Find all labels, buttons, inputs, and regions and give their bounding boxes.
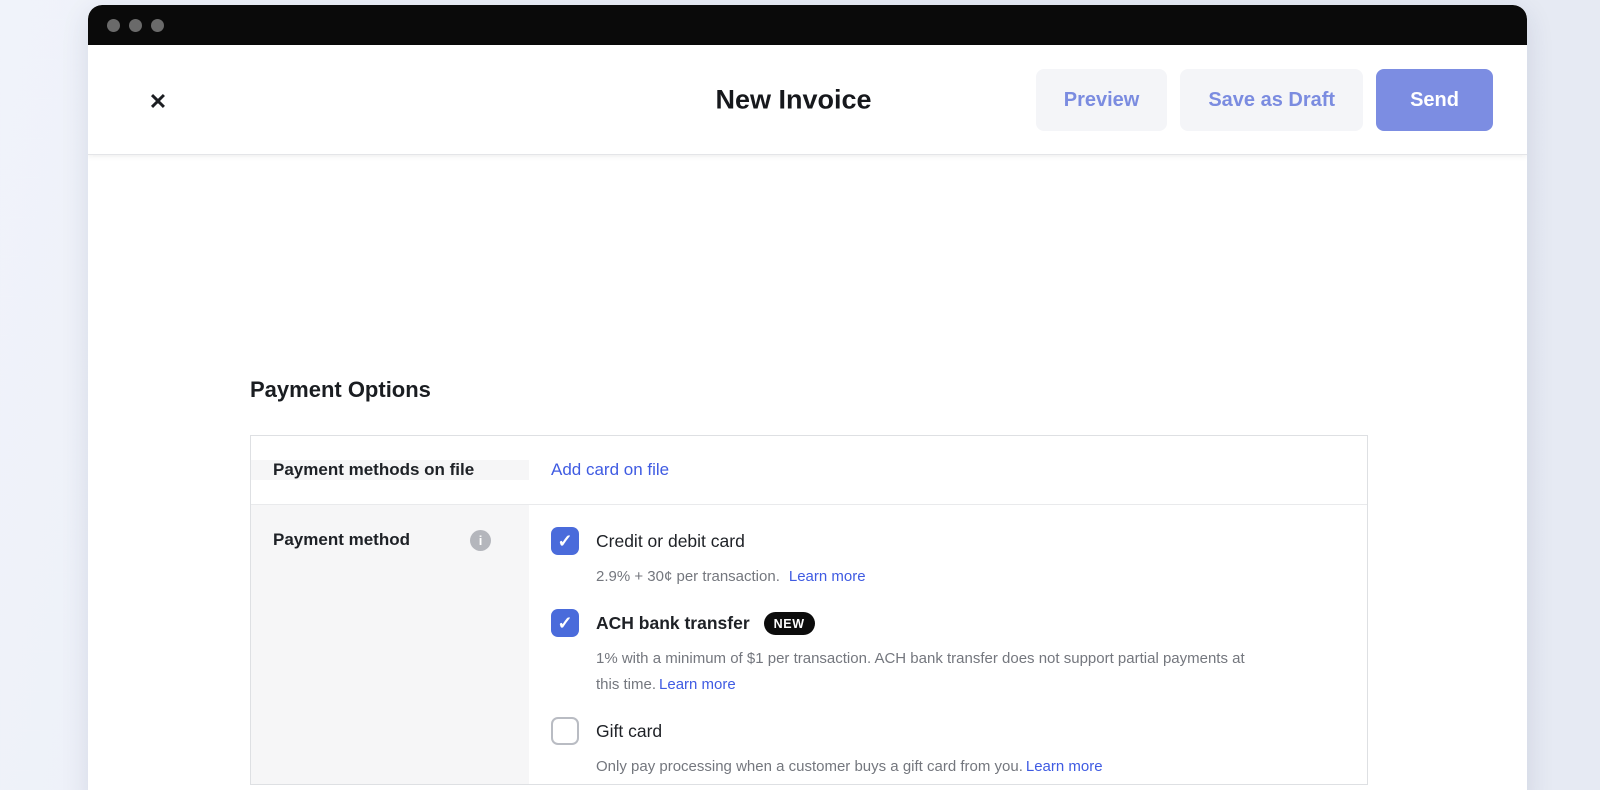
ach-bank-transfer-desc: 1% with a minimum of $1 per transaction.… [596,646,1256,698]
traffic-light-dot[interactable] [107,19,120,32]
fee-text: 2.9% + 30¢ per transaction. [596,568,780,585]
ach-bank-transfer-option: ✓ ACH bank transfer NEW 1% with a minimu… [551,609,1367,698]
close-icon[interactable]: ✕ [140,84,176,120]
modal-window: ✕ New Invoice Preview Save as Draft Send… [88,5,1527,790]
modal-content: Payment Options Payment methods on file … [88,155,1527,790]
save-as-draft-button[interactable]: Save as Draft [1180,69,1363,131]
row-value-cell: Add card on file [529,460,1367,480]
gift-card-label: Gift card [596,721,662,742]
send-button[interactable]: Send [1376,69,1493,131]
payment-options-heading: Payment Options [250,377,431,403]
traffic-light-dot[interactable] [151,19,164,32]
header-actions: Preview Save as Draft Send [1036,69,1493,131]
info-icon[interactable]: i [470,530,491,551]
learn-more-link[interactable]: Learn more [659,676,736,693]
browser-titlebar [88,5,1527,45]
page-title: New Invoice [715,84,871,115]
credit-debit-card-option: ✓ Credit or debit card 2.9% + 30¢ per tr… [551,527,1367,590]
row-label-cell: Payment methods on file [251,460,529,480]
payment-method-row: Payment method i ✓ Credit or debit card … [251,504,1367,784]
credit-debit-card-checkbox[interactable]: ✓ [551,527,579,555]
ach-bank-transfer-checkbox[interactable]: ✓ [551,609,579,637]
modal-header: ✕ New Invoice Preview Save as Draft Send [88,45,1527,155]
payment-methods-on-file-row: Payment methods on file Add card on file [251,436,1367,504]
gift-card-option: Gift card Only pay processing when a cus… [551,717,1367,780]
payment-methods-on-file-label: Payment methods on file [273,460,474,480]
learn-more-link[interactable]: Learn more [1026,758,1103,775]
ach-bank-transfer-label: ACH bank transfer [596,613,750,634]
row-label-cell: Payment method i [251,505,529,784]
payment-method-label: Payment method [273,530,410,550]
preview-button[interactable]: Preview [1036,69,1168,131]
fee-text: Only pay processing when a customer buys… [596,758,1023,775]
credit-debit-card-desc: 2.9% + 30¢ per transaction. Learn more [596,564,1256,590]
credit-debit-card-label: Credit or debit card [596,531,745,552]
add-card-on-file-link[interactable]: Add card on file [551,460,669,480]
traffic-light-dot[interactable] [129,19,142,32]
payment-options-panel: Payment methods on file Add card on file… [250,435,1368,785]
learn-more-link[interactable]: Learn more [789,568,866,585]
payment-method-options-cell: ✓ Credit or debit card 2.9% + 30¢ per tr… [529,505,1367,784]
new-badge: NEW [764,612,815,635]
gift-card-desc: Only pay processing when a customer buys… [596,754,1256,780]
gift-card-checkbox[interactable] [551,717,579,745]
